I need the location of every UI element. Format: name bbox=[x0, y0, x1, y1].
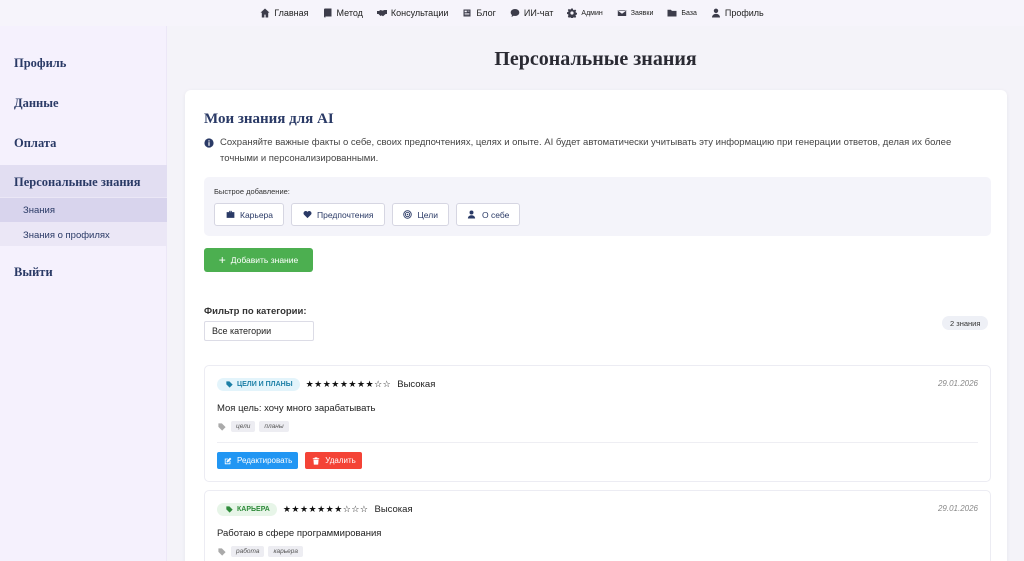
tag-chip: карьера bbox=[268, 546, 304, 557]
filter-label: Фильтр по категории: bbox=[204, 306, 307, 317]
quick-add-preferences-label: Предпочтения bbox=[317, 209, 374, 220]
quick-add-label: Быстрое добавление: bbox=[214, 187, 290, 196]
page-title: Персональные знания bbox=[494, 48, 697, 70]
quick-add-about-label: О себе bbox=[481, 209, 510, 220]
trash-icon bbox=[311, 456, 321, 466]
card-title: Мои знания для AI bbox=[204, 111, 334, 127]
home-icon bbox=[260, 8, 270, 18]
nav-consultations-label: Консультации bbox=[390, 8, 449, 18]
priority-stars: ★★★★★★★☆☆☆ bbox=[282, 504, 369, 514]
delete-button-label: Удалить bbox=[325, 456, 356, 465]
heart-icon bbox=[302, 210, 312, 220]
quick-add-goals-button[interactable]: Цели bbox=[391, 203, 449, 226]
knowledge-text: Работаю в сфере программирования bbox=[217, 528, 382, 539]
knowledge-date: 29.01.2026 bbox=[937, 504, 978, 513]
delete-button[interactable]: Удалить bbox=[305, 452, 362, 469]
user-icon bbox=[711, 8, 721, 18]
knowledge-count-badge: 2 знания bbox=[942, 316, 989, 330]
nav-method[interactable]: Метод bbox=[323, 8, 363, 18]
nav-ai-chat[interactable]: ИИ-чат bbox=[510, 8, 554, 18]
top-navigation: Главная Метод Консультации Блог ИИ-чат А… bbox=[0, 0, 1024, 26]
knowledge-tags: работа карьера bbox=[217, 546, 304, 557]
knowledge-item: КАРЬЕРА ★★★★★★★☆☆☆ Высокая 29.01.2026 Ра… bbox=[204, 490, 991, 561]
knowledge-actions: Редактировать Удалить bbox=[217, 452, 362, 469]
nav-requests[interactable]: Заявки bbox=[617, 8, 654, 18]
nav-method-label: Метод bbox=[336, 8, 363, 18]
newspaper-icon bbox=[462, 8, 472, 18]
sidebar: Профиль Данные Оплата Персональные знани… bbox=[0, 26, 167, 561]
knowledge-divider bbox=[217, 442, 978, 443]
nav-profile[interactable]: Профиль bbox=[711, 8, 764, 18]
quick-add-career-button[interactable]: Карьера bbox=[214, 203, 285, 226]
priority-label: Высокая bbox=[397, 379, 436, 390]
category-filter-select[interactable]: Все категории bbox=[204, 321, 314, 341]
nav-base[interactable]: База bbox=[667, 8, 697, 18]
quick-add-career-label: Карьера bbox=[240, 209, 274, 220]
plus-icon: + bbox=[218, 253, 226, 267]
category-badge-label: ЦЕЛИ И ПЛАНЫ bbox=[237, 381, 293, 388]
nav-home-label: Главная bbox=[274, 8, 309, 18]
category-badge: КАРЬЕРА bbox=[217, 503, 277, 516]
quick-add-panel: Быстрое добавление: Карьера Предпочтения… bbox=[204, 177, 991, 236]
add-knowledge-button[interactable]: + Добавить знание bbox=[204, 248, 313, 272]
priority-label: Высокая bbox=[374, 504, 413, 515]
nav-blog-label: Блог bbox=[476, 8, 496, 18]
info-text: Сохраняйте важные факты о себе, своих пр… bbox=[220, 137, 952, 164]
knowledge-tags: цели планы bbox=[217, 421, 289, 432]
tag-chip: цели bbox=[231, 421, 256, 432]
sidebar-item-payment[interactable]: Оплата bbox=[14, 136, 56, 151]
nav-requests-label: Заявки bbox=[630, 9, 654, 17]
info-circle-icon bbox=[204, 138, 214, 148]
handshake-icon bbox=[376, 8, 387, 18]
knowledge-item: ЦЕЛИ И ПЛАНЫ ★★★★★★★★☆☆ Высокая 29.01.20… bbox=[204, 365, 991, 482]
category-badge: ЦЕЛИ И ПЛАНЫ bbox=[217, 378, 300, 391]
knowledge-card: Мои знания для AI Сохраняйте важные факт… bbox=[185, 90, 1007, 561]
sidebar-item-data[interactable]: Данные bbox=[14, 96, 59, 111]
edit-button-label: Редактировать bbox=[237, 456, 293, 465]
nav-base-label: База bbox=[681, 9, 697, 17]
knowledge-item-header: КАРЬЕРА ★★★★★★★☆☆☆ Высокая bbox=[217, 503, 413, 516]
envelope-icon bbox=[617, 8, 627, 18]
nav-consultations[interactable]: Консультации bbox=[376, 8, 449, 18]
nav-admin-label: Админ bbox=[581, 9, 603, 17]
info-text-block: Сохраняйте важные факты о себе, своих пр… bbox=[204, 135, 984, 167]
quick-add-about-button[interactable]: О себе bbox=[455, 203, 521, 226]
edit-icon bbox=[223, 456, 233, 466]
tag-icon bbox=[224, 505, 234, 515]
nav-ai-chat-label: ИИ-чат bbox=[523, 8, 554, 18]
quick-add-goals-label: Цели bbox=[417, 209, 438, 220]
tag-icon bbox=[224, 380, 234, 390]
nav-home[interactable]: Главная bbox=[260, 8, 309, 18]
tags-icon bbox=[217, 547, 227, 557]
knowledge-text: Моя цель: хочу много зарабатывать bbox=[217, 403, 376, 414]
add-knowledge-label: Добавить знание bbox=[230, 255, 299, 265]
gear-icon bbox=[567, 8, 578, 18]
nav-admin[interactable]: Админ bbox=[567, 8, 603, 18]
category-badge-label: КАРЬЕРА bbox=[237, 506, 270, 513]
sidebar-item-logout[interactable]: Выйти bbox=[14, 265, 53, 280]
book-icon bbox=[323, 8, 333, 18]
tags-icon bbox=[217, 422, 227, 432]
sidebar-subitem-knowledge[interactable]: Знания bbox=[0, 198, 167, 222]
quick-add-preferences-button[interactable]: Предпочтения bbox=[291, 203, 385, 226]
tag-chip: планы bbox=[259, 421, 289, 432]
chat-icon bbox=[510, 8, 520, 18]
knowledge-item-header: ЦЕЛИ И ПЛАНЫ ★★★★★★★★☆☆ Высокая bbox=[217, 378, 435, 391]
quick-add-buttons: Карьера Предпочтения Цели О себе bbox=[214, 203, 521, 226]
briefcase-icon bbox=[225, 210, 235, 220]
knowledge-date: 29.01.2026 bbox=[937, 379, 978, 388]
folder-icon bbox=[667, 8, 677, 18]
nav-profile-label: Профиль bbox=[724, 8, 764, 18]
tag-chip: работа bbox=[231, 546, 265, 557]
sidebar-subitem-profiles-knowledge[interactable]: Знания о профилях bbox=[0, 223, 167, 247]
user-icon bbox=[467, 210, 477, 220]
edit-button[interactable]: Редактировать bbox=[217, 452, 299, 469]
sidebar-item-profile[interactable]: Профиль bbox=[14, 56, 66, 71]
priority-stars: ★★★★★★★★☆☆ bbox=[305, 379, 392, 389]
nav-blog[interactable]: Блог bbox=[462, 8, 496, 18]
sidebar-item-personal-knowledge[interactable]: Персональные знания bbox=[14, 175, 140, 190]
target-icon bbox=[403, 210, 413, 220]
